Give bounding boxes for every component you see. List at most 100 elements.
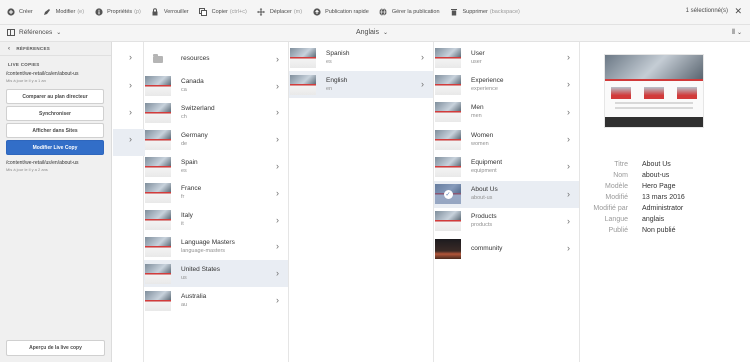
manage-publication-button[interactable]: Gérer la publication [375,0,444,25]
chevron-right-icon[interactable]: › [276,268,279,278]
chevron-right-icon[interactable]: › [276,188,279,198]
list-item[interactable]: Switzerland ch › [144,100,288,127]
list-item[interactable]: resources › [144,46,288,73]
property-label: Modifié [605,194,628,201]
page-thumbnail [435,74,461,95]
property-row: Modifié 13 mars 2016 [580,192,750,203]
show-in-sites-button[interactable]: Afficher dans Sites [6,123,104,138]
pencil-icon [43,8,52,17]
chevron-right-icon[interactable]: › [567,189,570,199]
list-item[interactable]: community › [434,235,579,262]
page-thumbnail [145,263,171,284]
chevron-right-icon[interactable]: › [276,54,279,64]
list-item[interactable]: Equipment equipment › [434,153,579,180]
copy-shortcut: (ctrl+c) [229,9,247,15]
list-item-name: about-us [471,195,493,202]
list-item-name: experience [471,85,498,92]
rail-toggle-button[interactable]: Références ⌄ [7,29,61,36]
list-item[interactable]: Experience experience › [434,71,579,98]
list-item-name: es [326,58,332,65]
list-item-name: products [471,222,493,229]
edit-button[interactable]: Modifier (e) [39,0,88,25]
root-column: › › › › [113,42,145,362]
property-label: Langue [604,216,628,223]
checkmark-icon[interactable]: ✓ [435,184,461,205]
live-copy-path-2[interactable]: /content/we-retail/us/en/about-us [0,158,111,166]
edit-live-copy-button[interactable]: Modifier Live Copy [6,140,104,155]
list-item[interactable]: Spanish es › [289,44,433,71]
chevron-right-icon[interactable]: › [421,52,424,62]
copy-button[interactable]: Copier (ctrl+c) [195,0,251,25]
chevron-right-icon[interactable]: › [276,295,279,305]
list-item-title: Experience [471,76,504,84]
list-item-title: Women [471,131,494,139]
list-item[interactable]: User user › [434,44,579,71]
chevron-right-icon[interactable]: › [129,134,132,144]
chevron-right-icon[interactable]: › [129,80,132,90]
list-item[interactable]: ✓ About Us about-us › [434,180,579,208]
chevron-left-icon[interactable]: ‹ [8,46,10,52]
live-copy-preview-button[interactable]: Aperçu de la live copy [6,340,105,356]
breadcrumb[interactable]: Anglais ⌄ [356,29,388,36]
property-row: Titre About Us [580,159,750,170]
list-item-title: Language Masters [181,238,235,246]
sub-toolbar: Références ⌄ Anglais ⌄ ⫴ ⌄ [0,25,750,42]
chevron-right-icon[interactable]: › [276,161,279,171]
list-item-title: User [471,49,485,57]
chevron-right-icon[interactable]: › [567,134,570,144]
list-item[interactable]: Women women › [434,126,579,153]
list-item[interactable]: Australia au › [144,287,288,314]
list-item[interactable]: Language Masters language-masters › [144,234,288,261]
chevron-right-icon[interactable]: › [567,107,570,117]
chevron-right-icon[interactable]: › [276,107,279,117]
list-item[interactable]: Canada ca › [144,73,288,100]
list-item-name: ch [181,113,187,120]
list-item-name: it [181,221,184,228]
chevron-down-icon: ⌄ [382,30,388,36]
quick-publish-button[interactable]: Publication rapide [308,0,373,25]
move-label: Déplacer [269,9,292,15]
chevron-right-icon[interactable]: › [421,79,424,89]
chevron-right-icon[interactable]: › [276,215,279,225]
list-item[interactable]: France fr › [144,180,288,207]
list-item-name: equipment [471,167,497,174]
property-value: Hero Page [642,183,676,190]
chevron-right-icon[interactable]: › [567,243,570,253]
chevron-right-icon[interactable]: › [567,161,570,171]
list-item[interactable]: English en › [289,71,433,98]
rail-header[interactable]: ‹ RÉFÉRENCES [0,42,111,56]
manage-publication-label: Gérer la publication [391,9,440,15]
close-selection-icon[interactable]: ✕ [734,6,742,17]
property-label: Publié [608,227,628,234]
list-item[interactable]: United States us › [144,260,288,288]
chevron-right-icon[interactable]: › [567,79,570,89]
copy-label: Copier [211,9,228,15]
create-button[interactable]: Créer [2,0,37,25]
chevron-right-icon[interactable]: › [276,241,279,251]
chevron-right-icon[interactable]: › [276,81,279,91]
list-item[interactable]: Products products › [434,208,579,235]
synchronize-button[interactable]: Synchroniser [6,106,104,121]
chevron-right-icon[interactable]: › [129,107,132,117]
delete-label: Supprimer [462,9,488,15]
delete-button[interactable]: Supprimer (backspace) [446,0,524,25]
list-item[interactable]: Germany de › [144,126,288,153]
live-copy-path-1[interactable]: /content/we-retail/ca/en/about-us [0,69,111,77]
chevron-right-icon[interactable]: › [567,216,570,226]
properties-button[interactable]: Propriétés (p) [90,0,145,25]
page-thumbnail [435,238,461,259]
list-item[interactable]: Italy it › [144,207,288,234]
chevron-right-icon[interactable]: › [567,52,570,62]
chevron-right-icon[interactable]: › [129,52,132,62]
lock-button[interactable]: Verrouiller [147,0,193,25]
compare-to-blueprint-button[interactable]: Comparer au plan directeur [6,89,104,104]
breadcrumb-current: Anglais [356,29,379,36]
view-switcher[interactable]: ⫴ ⌄ [732,29,742,37]
list-item-name: user [471,58,482,65]
list-item-name: women [471,140,489,147]
list-item[interactable]: Spain es › [144,153,288,180]
languages-column: Spanish es › English en › [289,42,434,362]
list-item[interactable]: Men men › [434,99,579,126]
chevron-right-icon[interactable]: › [276,134,279,144]
move-button[interactable]: Déplacer (m) [253,0,306,25]
